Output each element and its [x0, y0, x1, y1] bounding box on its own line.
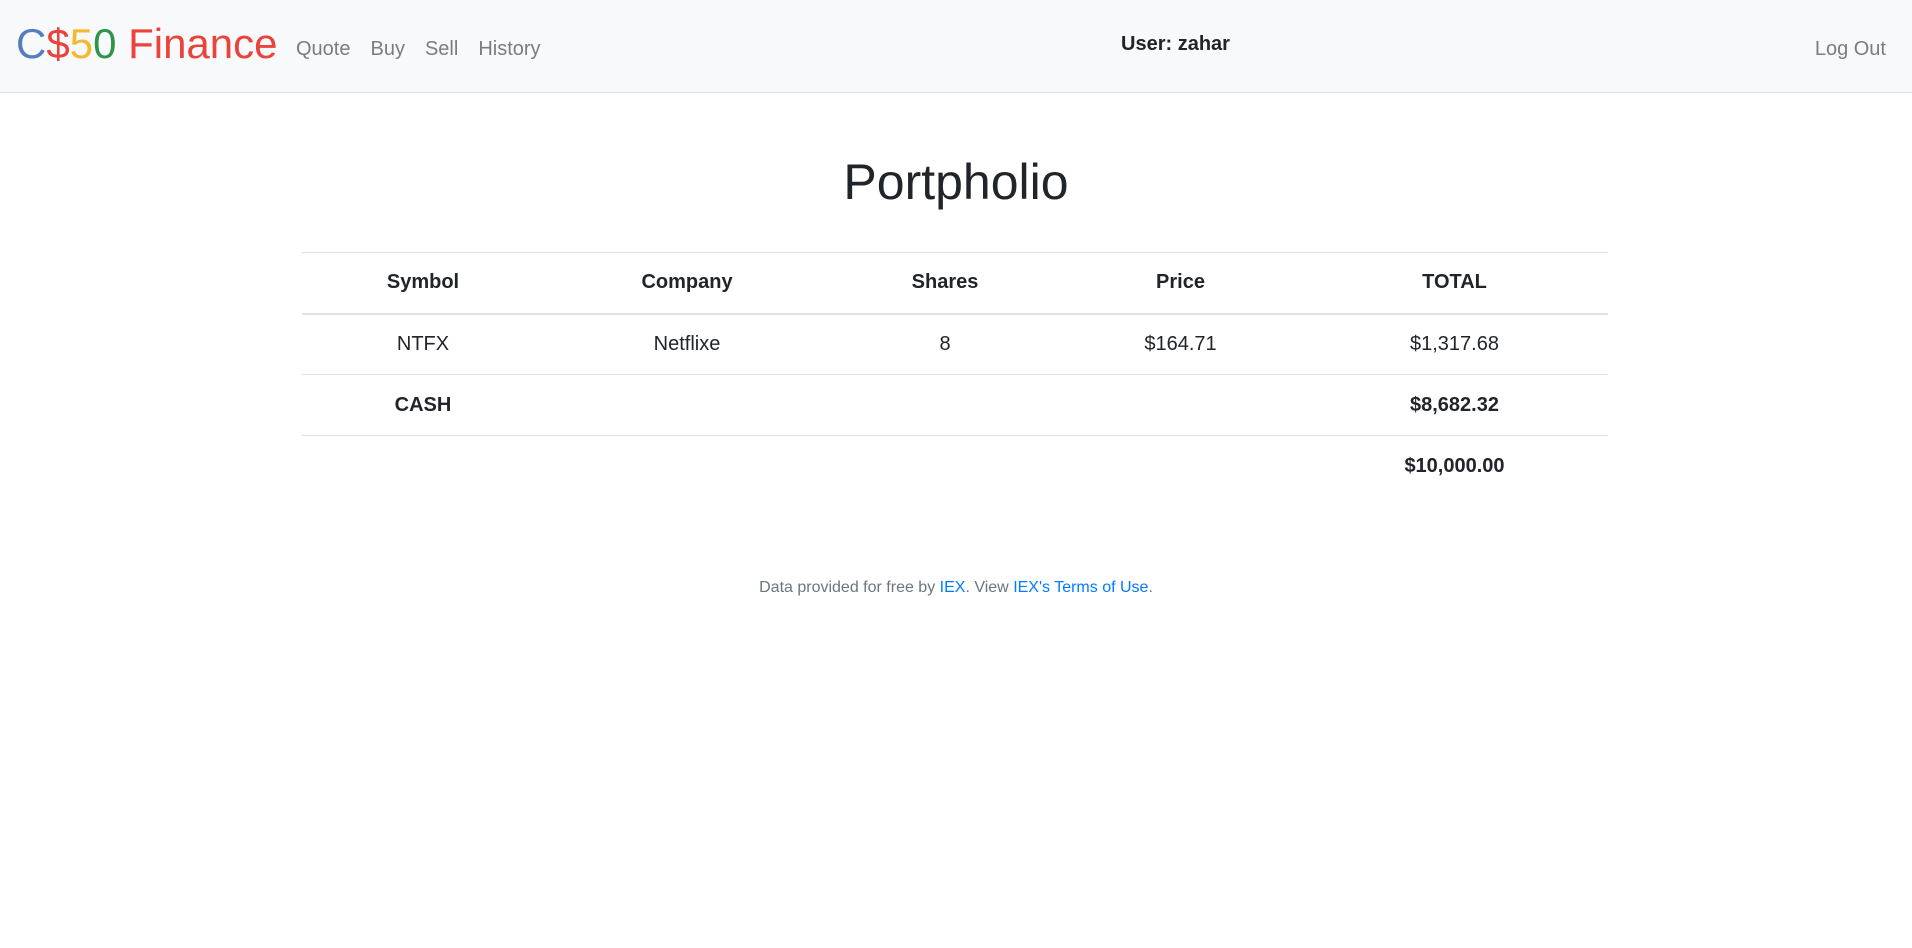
iex-link[interactable]: IEX	[940, 579, 966, 596]
header-price: Price	[1060, 252, 1301, 315]
table-row: NTFX Netflixe 8 $164.71 $1,317.68	[302, 314, 1608, 375]
footer-empty-cell	[1060, 435, 1301, 497]
header-company: Company	[544, 252, 830, 315]
brand-dollar: $	[46, 20, 70, 67]
footer-suffix: .	[1148, 579, 1153, 596]
cell-shares: 8	[939, 332, 951, 355]
header-total: TOTAL	[1301, 252, 1608, 315]
page-footer: Data provided for free by IEX. View IEX'…	[0, 578, 1912, 598]
footer-empty-cell	[544, 435, 830, 497]
table-body: NTFX Netflixe 8 $164.71 $1,317.68 CASH $…	[302, 314, 1608, 436]
brand-five: 5	[69, 20, 94, 67]
brand-logo-link[interactable]: C$50 Finance	[16, 18, 278, 70]
cell-company: Netflixe	[653, 332, 721, 355]
footer-empty-cell	[302, 435, 544, 497]
cash-empty-cell	[544, 374, 830, 436]
nav-links: Quote Buy Sell History	[286, 37, 551, 61]
navbar: C$50 Finance Quote Buy Sell History User…	[0, 0, 1912, 93]
cash-row: CASH $8,682.32	[302, 374, 1608, 436]
grand-total: $10,000.00	[1301, 435, 1608, 497]
logout-link[interactable]: Log Out	[1815, 37, 1886, 61]
nav-link-sell[interactable]: Sell	[415, 37, 468, 61]
brand-letter-c: C	[16, 20, 47, 67]
iex-terms-link[interactable]: IEX's Terms of Use	[1013, 579, 1148, 596]
footer-prefix: Data provided for free by	[759, 579, 940, 596]
table-header-row: Symbol Company Shares Price TOTAL	[302, 252, 1608, 315]
cash-total: $8,682.32	[1301, 374, 1608, 436]
cash-empty-cell	[1060, 374, 1301, 436]
nav-link-history[interactable]: History	[468, 37, 550, 61]
header-symbol: Symbol	[302, 252, 544, 315]
nav-link-buy[interactable]: Buy	[360, 37, 414, 61]
brand-finance: Finance	[116, 20, 278, 67]
page-title: Portpholio	[843, 154, 1069, 210]
current-user-label: User: zahar	[1121, 33, 1230, 55]
grand-total-row: $10,000.00	[302, 435, 1608, 497]
portfolio-table: Symbol Company Shares Price TOTAL NTFX N…	[302, 252, 1608, 497]
cell-price: $164.71	[1144, 332, 1217, 355]
footer-middle: . View	[965, 579, 1014, 596]
brand-zero: 0	[93, 20, 117, 67]
cell-symbol: NTFX	[396, 332, 450, 355]
header-shares: Shares	[830, 252, 1060, 315]
cash-empty-cell	[830, 374, 1060, 436]
footer-empty-cell	[830, 435, 1060, 497]
table-header: Symbol Company Shares Price TOTAL	[302, 252, 1608, 315]
table-footer: $10,000.00	[302, 435, 1608, 497]
cell-total: $1,317.68	[1410, 332, 1499, 355]
cash-label: CASH	[302, 374, 544, 436]
nav-link-quote[interactable]: Quote	[286, 37, 360, 61]
